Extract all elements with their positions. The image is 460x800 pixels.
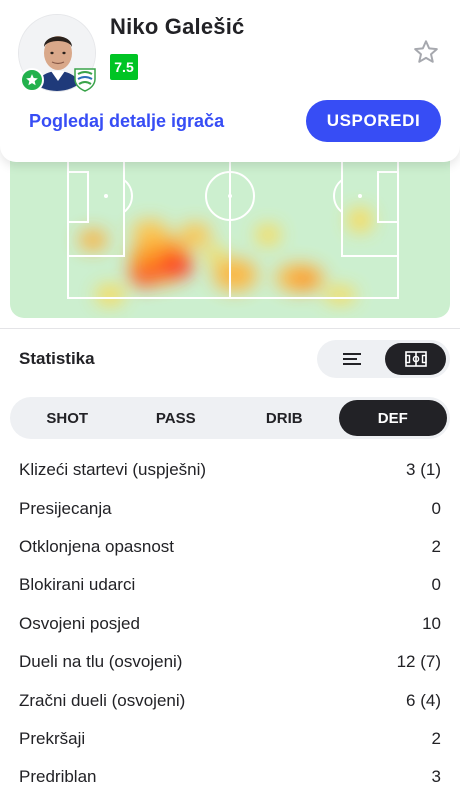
stat-label: Zračni dueli (osvojeni) (19, 690, 186, 710)
stat-label: Osvojeni posjed (19, 613, 140, 633)
pitch-icon (404, 351, 427, 367)
stat-row: Klizeći startevi (uspješni) 3 (1) (0, 451, 460, 489)
stat-value: 10 (422, 613, 441, 633)
stat-label: Otklonjena opasnost (19, 536, 174, 556)
avatar-container (18, 14, 96, 92)
stat-label: Prekršaji (19, 728, 86, 748)
compare-button[interactable]: USPOREDI (306, 100, 441, 142)
stats-title: Statistika (19, 349, 95, 368)
tab-shot[interactable]: SHOT (13, 400, 122, 436)
list-icon (343, 353, 361, 365)
stat-value: 3 (1) (406, 460, 441, 480)
stats-tabs: SHOT PASS DRIB DEF (10, 397, 450, 439)
stat-row: Zračni dueli (osvojeni) 6 (4) (0, 681, 460, 719)
list-view-button[interactable] (321, 343, 383, 375)
rating-badge: 7.5 (110, 54, 138, 80)
club-crest-icon (72, 66, 98, 92)
player-name: Niko Galešić (110, 14, 245, 39)
stat-label: Blokirani udarci (19, 575, 136, 595)
stat-label: Predriblan (19, 767, 97, 787)
stat-row: Prekršaji 2 (0, 720, 460, 758)
stat-row: Otklonjena opasnost 2 (0, 528, 460, 566)
stat-value: 0 (431, 575, 441, 595)
stat-row: Presijecanja 0 (0, 489, 460, 527)
tab-pass[interactable]: PASS (122, 400, 231, 436)
stat-row: Dueli na tlu (osvojeni) 12 (7) (0, 643, 460, 681)
tab-def[interactable]: DEF (338, 400, 447, 436)
stat-label: Klizeći startevi (uspješni) (19, 460, 207, 480)
stat-value: 2 (431, 728, 441, 748)
section-divider (0, 328, 460, 329)
stat-value: 0 (431, 498, 441, 518)
player-details-link[interactable]: Pogledaj detalje igrača (29, 111, 224, 132)
stat-value: 2 (431, 536, 441, 556)
field-view-button[interactable] (385, 343, 446, 375)
view-toggle (317, 340, 450, 378)
stat-value: 6 (4) (406, 690, 441, 710)
tab-drib[interactable]: DRIB (230, 400, 339, 436)
player-header: Niko Galešić 7.5 Pogledaj detalje igrača… (0, 0, 460, 162)
stat-row: Predriblan 3 (0, 758, 460, 796)
stat-row: Osvojeni posjed 10 (0, 605, 460, 643)
star-outline-icon[interactable] (412, 38, 440, 66)
stat-value: 12 (7) (396, 652, 441, 672)
stat-label: Presijecanja (19, 498, 112, 518)
stat-value: 3 (431, 767, 441, 787)
stat-list: Klizeći startevi (uspješni) 3 (1) Presij… (0, 451, 460, 797)
stat-row: Blokirani udarci 0 (0, 566, 460, 604)
star-badge-icon (20, 68, 44, 92)
stat-label: Dueli na tlu (osvojeni) (19, 652, 183, 672)
